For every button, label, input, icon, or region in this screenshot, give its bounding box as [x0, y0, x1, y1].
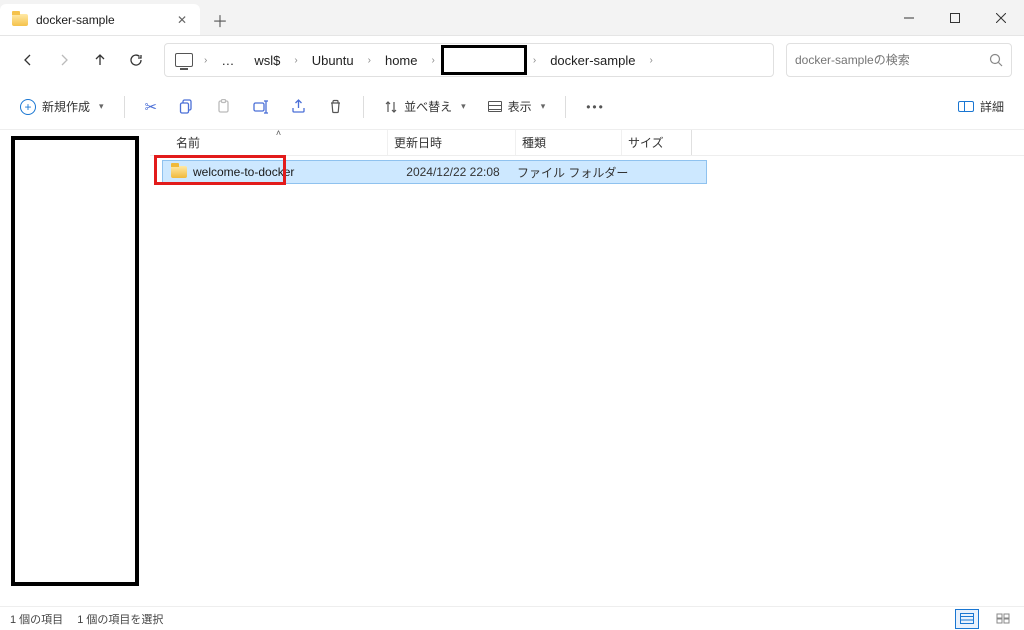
column-headers[interactable]: ˄ 名前 更新日時 種類 サイズ [150, 130, 1024, 156]
window-controls [886, 0, 1024, 35]
file-list: ˄ 名前 更新日時 種類 サイズ welcome-to-docker 2024/… [150, 130, 1024, 606]
details-view-button[interactable] [956, 610, 978, 628]
pc-icon [175, 53, 193, 67]
more-button[interactable]: ••• [578, 92, 613, 122]
file-name: welcome-to-docker [193, 165, 294, 179]
sort-asc-icon: ˄ [276, 128, 281, 138]
separator [565, 96, 566, 118]
new-tab-button[interactable]: ＋ [200, 4, 240, 35]
chevron-down-icon: ▾ [541, 101, 546, 112]
column-size[interactable]: サイズ [622, 130, 692, 155]
sort-label: 並べ替え [404, 98, 452, 115]
separator [124, 96, 125, 118]
up-button[interactable] [84, 44, 116, 76]
column-kind[interactable]: 種類 [516, 130, 622, 155]
navigation-sidebar[interactable] [0, 130, 150, 606]
plus-icon: + [20, 99, 36, 115]
search-input[interactable] [795, 53, 983, 67]
sort-icon [384, 100, 398, 114]
sidebar-redacted [11, 136, 139, 586]
view-label: 表示 [508, 98, 532, 115]
delete-icon [328, 99, 343, 114]
maximize-button[interactable] [932, 0, 978, 35]
chevron-right-icon: › [292, 55, 299, 66]
breadcrumb-docker-sample[interactable]: docker-sample [542, 49, 643, 72]
table-row[interactable]: welcome-to-docker 2024/12/22 22:08 ファイル … [162, 160, 707, 184]
chevron-right-icon: › [531, 55, 538, 66]
close-window-button[interactable] [978, 0, 1024, 35]
close-tab-button[interactable]: ✕ [174, 12, 190, 28]
icons-view-button[interactable] [992, 610, 1014, 628]
view-icon [488, 101, 502, 112]
column-name[interactable]: ˄ 名前 [170, 130, 388, 155]
separator [363, 96, 364, 118]
tab-title: docker-sample [36, 13, 166, 27]
address-bar: › … wsl$ › Ubuntu › home › › docker-samp… [0, 36, 1024, 84]
details-pane-button[interactable]: 詳細 [950, 92, 1012, 122]
details-icon [958, 101, 974, 112]
column-date[interactable]: 更新日時 [388, 130, 516, 155]
view-button[interactable]: 表示 ▾ [480, 92, 554, 122]
cut-icon: ✂ [145, 98, 158, 116]
status-count: 1 個の項目 [10, 611, 63, 627]
minimize-button[interactable] [886, 0, 932, 35]
file-kind: ファイル フォルダー [517, 161, 637, 183]
search-icon [989, 53, 1003, 67]
refresh-button[interactable] [120, 44, 152, 76]
main-area: ˄ 名前 更新日時 種類 サイズ welcome-to-docker 2024/… [0, 130, 1024, 606]
paste-button[interactable] [208, 92, 239, 122]
status-selected: 1 個の項目を選択 [77, 611, 163, 627]
copy-button[interactable] [171, 92, 202, 122]
delete-button[interactable] [320, 92, 351, 122]
share-button[interactable] [283, 92, 314, 122]
new-button[interactable]: + 新規作成 ▾ [12, 92, 112, 122]
new-label: 新規作成 [42, 98, 90, 115]
breadcrumb-redacted[interactable] [441, 45, 527, 75]
chevron-down-icon: ▾ [461, 101, 466, 112]
rename-icon [253, 99, 269, 114]
chevron-right-icon: › [366, 55, 373, 66]
file-date: 2024/12/22 22:08 [389, 161, 517, 183]
chevron-down-icon: ▾ [99, 101, 104, 112]
back-button[interactable] [12, 44, 44, 76]
toolbar: + 新規作成 ▾ ✂ 並べ替え ▾ 表示 ▾ ••• 詳細 [0, 84, 1024, 130]
breadcrumb-wsl[interactable]: wsl$ [246, 49, 288, 72]
copy-icon [179, 99, 194, 114]
search-box[interactable] [786, 43, 1012, 77]
paste-icon [216, 99, 231, 114]
active-tab[interactable]: docker-sample ✕ [0, 4, 200, 35]
rename-button[interactable] [245, 92, 277, 122]
breadcrumb-home[interactable]: home [377, 49, 426, 72]
breadcrumb-ubuntu[interactable]: Ubuntu [304, 49, 362, 72]
breadcrumb-overflow[interactable]: … [213, 49, 242, 72]
breadcrumb[interactable]: › … wsl$ › Ubuntu › home › › docker-samp… [164, 43, 774, 77]
chevron-right-icon: › [647, 55, 654, 66]
more-icon: ••• [586, 100, 605, 114]
forward-button[interactable] [48, 44, 80, 76]
titlebar: docker-sample ✕ ＋ [0, 0, 1024, 36]
status-bar: 1 個の項目 1 個の項目を選択 [0, 606, 1024, 630]
share-icon [291, 99, 306, 114]
sort-button[interactable]: 並べ替え ▾ [376, 92, 474, 122]
folder-icon [12, 14, 28, 26]
details-label: 詳細 [980, 98, 1004, 115]
cut-button[interactable]: ✂ [137, 92, 166, 122]
chevron-right-icon: › [202, 55, 209, 66]
folder-icon [171, 166, 187, 178]
chevron-right-icon: › [430, 55, 437, 66]
